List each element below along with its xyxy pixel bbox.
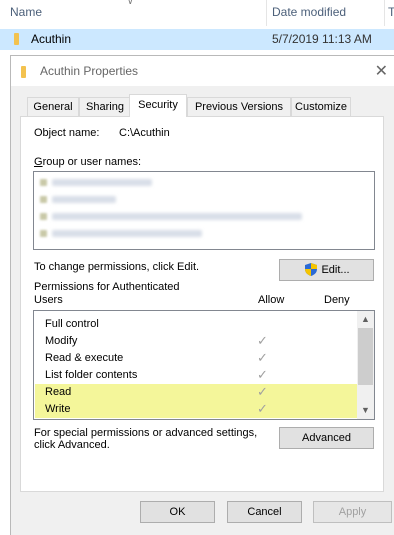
column-type-header[interactable]: T: [388, 5, 394, 19]
permission-name: Read: [45, 386, 72, 398]
permissions-list[interactable]: Full control Modify ✓ Read & execute ✓ L…: [33, 310, 375, 420]
checkmark-icon: ✓: [257, 350, 268, 365]
ok-button[interactable]: OK: [140, 501, 215, 523]
permission-name: Modify: [45, 335, 78, 347]
checkmark-icon: ✓: [257, 333, 268, 348]
advanced-button[interactable]: Advanced: [279, 427, 374, 449]
checkmark-icon: ✓: [257, 367, 268, 382]
apply-button[interactable]: Apply: [313, 501, 392, 523]
permission-row: Modify ✓: [35, 333, 357, 350]
permissions-header-line2: Users: [34, 294, 63, 306]
explorer-column-header: ∨ Name Date modified T: [0, 0, 394, 26]
list-item-blurred[interactable]: [52, 196, 116, 203]
object-name-value: C:\Acuthin: [119, 127, 170, 139]
allow-column-header: Allow: [258, 294, 285, 306]
user-icon: [40, 196, 47, 203]
groups-label-rest: roup or user names:: [42, 156, 141, 168]
deny-column-header: Deny: [324, 294, 350, 306]
list-item-blurred[interactable]: [52, 213, 302, 220]
group-user-list[interactable]: [33, 171, 375, 250]
tab-customize[interactable]: Customize: [291, 97, 351, 116]
permission-name: Full control: [45, 318, 99, 330]
user-icon: [40, 179, 47, 186]
object-name-label: Object name:: [34, 127, 100, 139]
sort-chevron-icon: ∨: [127, 0, 134, 6]
scroll-down-icon[interactable]: ▼: [357, 402, 374, 419]
uac-shield-icon: [305, 263, 317, 276]
permission-row: Read & execute ✓: [35, 350, 357, 367]
checkmark-icon: ✓: [257, 401, 268, 416]
scroll-up-icon[interactable]: ▲: [357, 311, 374, 328]
column-divider[interactable]: [266, 0, 267, 26]
file-row-selected[interactable]: Acuthin 5/7/2019 11:13 AM: [0, 29, 394, 50]
permissions-scrollbar[interactable]: ▲ ▼: [357, 311, 374, 419]
checkmark-icon: ✓: [257, 384, 268, 399]
groups-label: Group or user names:: [34, 156, 141, 168]
edit-button[interactable]: Edit...: [279, 259, 374, 281]
tab-security[interactable]: Security: [129, 94, 187, 117]
permission-row: List folder contents ✓: [35, 367, 357, 384]
file-date: 5/7/2019 11:13 AM: [272, 32, 372, 46]
properties-dialog: Acuthin Properties ✕ General Sharing Sec…: [10, 55, 394, 535]
folder-icon: [14, 33, 19, 45]
permissions-header-line1: Permissions for Authenticated: [34, 281, 180, 293]
cancel-button[interactable]: Cancel: [227, 501, 302, 523]
user-icon: [40, 213, 47, 220]
dialog-titlebar[interactable]: Acuthin Properties ✕: [11, 56, 394, 86]
permission-row-highlighted: Read ✓: [35, 384, 357, 401]
change-permissions-text: To change permissions, click Edit.: [34, 261, 200, 273]
list-item-blurred[interactable]: [52, 179, 152, 186]
scroll-thumb[interactable]: [358, 328, 373, 385]
column-name-header[interactable]: Name: [10, 5, 42, 19]
permission-name: List folder contents: [45, 369, 138, 381]
user-icon: [40, 230, 47, 237]
column-date-header[interactable]: Date modified: [272, 5, 346, 19]
permission-row-highlighted: Write ✓: [35, 401, 357, 418]
edit-button-label: Edit...: [321, 264, 350, 276]
tab-general[interactable]: General: [27, 97, 79, 116]
tab-previous-versions[interactable]: Previous Versions: [187, 97, 291, 116]
file-name: Acuthin: [31, 32, 72, 46]
column-divider[interactable]: [384, 0, 385, 26]
permission-row: Full control: [35, 316, 357, 333]
dialog-title: Acuthin Properties: [40, 64, 139, 78]
close-icon[interactable]: ✕: [375, 61, 388, 81]
list-item-blurred[interactable]: [52, 230, 202, 237]
folder-icon: [21, 66, 26, 78]
permission-name: Write: [45, 403, 71, 415]
special-permissions-text-line2: click Advanced.: [34, 439, 110, 451]
special-permissions-text-line1: For special permissions or advanced sett…: [34, 427, 258, 439]
tab-sharing[interactable]: Sharing: [79, 97, 131, 116]
permission-name: Read & execute: [45, 352, 124, 364]
